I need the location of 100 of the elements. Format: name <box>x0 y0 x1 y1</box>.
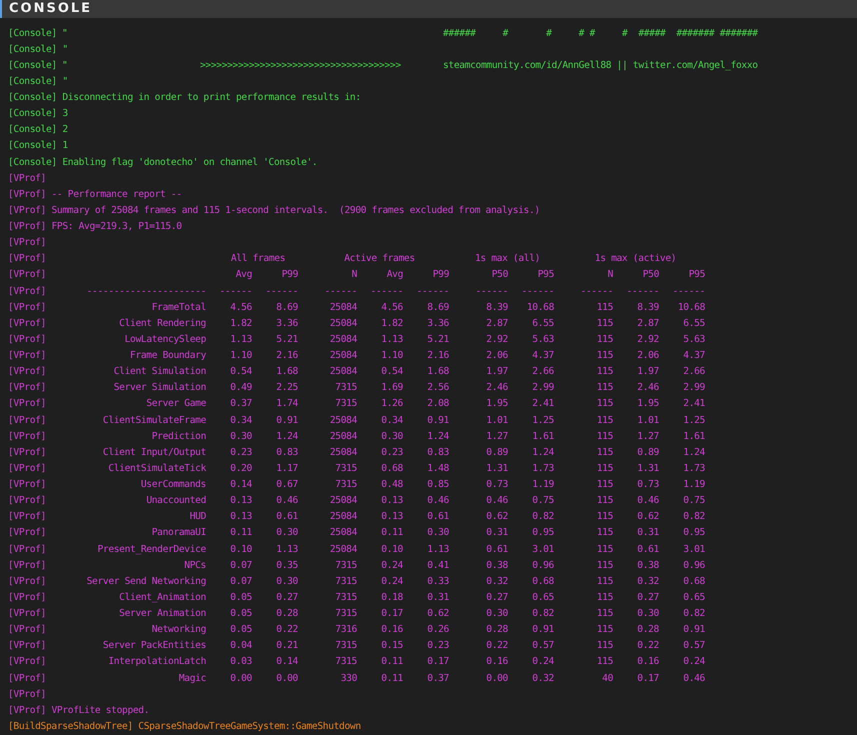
log-tag: [VProf] <box>8 509 60 526</box>
log-text: Summary of 25084 frames and 115 1-second intervals. (2900 frames excluded from analysis.) <box>51 204 540 218</box>
table-cell: 0.61 <box>276 511 298 522</box>
column-header: P95 <box>688 269 705 280</box>
log-tag: [VProf] <box>8 251 60 268</box>
row-label: Server PackEntities <box>102 640 206 652</box>
table-cell: 1.24 <box>276 430 298 442</box>
table-cell: 1.10 <box>230 350 252 361</box>
table-cell: 0.73 <box>486 479 508 490</box>
row-label: Server Animation <box>119 608 206 619</box>
table-cell: 25084 <box>330 350 357 361</box>
table-cell: 0.46 <box>683 672 705 684</box>
table-cell: 0.46 <box>637 495 659 506</box>
dash-rule: ------ <box>475 286 508 296</box>
table-cell: 0.54 <box>381 366 403 378</box>
log-tag: [BuildSparseShadowTree] <box>8 718 133 735</box>
log-tag: [Console] <box>8 42 57 58</box>
table-cell: 115 <box>596 511 613 522</box>
table-cell: 0.27 <box>486 592 508 603</box>
table-cell: 0.61 <box>427 511 449 522</box>
log-tag: [VProf] <box>8 316 60 332</box>
table-cell: 0.26 <box>427 624 449 636</box>
table-cell: 2.87 <box>637 318 659 329</box>
row-label: Present_RenderDevice <box>97 544 206 554</box>
table-cell: 5.21 <box>276 334 298 345</box>
table-cell: 0.32 <box>532 672 554 684</box>
dash-rule: ------ <box>219 286 252 296</box>
log-tag: [Console] <box>8 122 57 138</box>
log-tag: [VProf] <box>8 590 60 606</box>
table-cell: 1.95 <box>486 398 508 410</box>
table-cell: 1.31 <box>486 462 508 474</box>
dash-rule: ------ <box>265 286 298 296</box>
table-cell: 0.13 <box>381 495 403 506</box>
table-cell: 25084 <box>330 430 357 442</box>
table-cell: 0.57 <box>683 640 705 652</box>
log-tag: [VProf] <box>8 396 60 412</box>
row-label: Server Simulation <box>114 382 206 394</box>
log-text: 3 <box>62 107 68 122</box>
table-cell: 10.68 <box>678 302 705 313</box>
table-cell: 0.61 <box>486 544 508 554</box>
log-text: " <box>62 42 68 57</box>
table-cell: 0.82 <box>532 608 554 619</box>
table-cell: 1.82 <box>381 318 403 329</box>
table-cell: 1.25 <box>683 414 705 426</box>
row-label: ClientSimulateFrame <box>102 414 206 426</box>
log-tag: [VProf] <box>8 542 60 558</box>
table-cell: 2.46 <box>637 382 659 394</box>
table-cell: 2.99 <box>683 382 705 394</box>
log-tag: [VProf] <box>8 654 60 670</box>
dash-rule: ------ <box>324 286 357 296</box>
table-cell: 115 <box>596 398 613 410</box>
table-cell: 0.23 <box>230 446 252 458</box>
table-cell: 0.68 <box>532 576 554 587</box>
table-cell: 4.37 <box>532 350 554 361</box>
row-label: Client Rendering <box>119 318 206 329</box>
table-cell: 25084 <box>330 318 357 329</box>
table-cell: 0.18 <box>381 592 403 603</box>
table-cell: 0.82 <box>683 608 705 619</box>
row-label: NPCs <box>184 560 206 571</box>
table-cell: 0.31 <box>637 527 659 538</box>
table-cell: 115 <box>596 608 613 619</box>
table-cell: 1.69 <box>381 382 403 394</box>
log-tag: [Console] <box>8 74 57 90</box>
log-tag: [VProf] <box>8 477 60 494</box>
table-cell: 0.30 <box>486 608 508 619</box>
table-cell: 5.63 <box>532 334 554 345</box>
table-cell: 0.24 <box>381 560 403 571</box>
table-cell: 0.05 <box>230 592 252 603</box>
table-cell: 0.14 <box>276 656 298 668</box>
table-cell: 1.61 <box>532 430 554 442</box>
table-cell: 4.37 <box>683 350 705 361</box>
table-cell: 2.56 <box>427 382 449 394</box>
row-label: ClientSimulateTick <box>108 462 206 474</box>
table-cell: 7315 <box>335 640 357 652</box>
table-cell: 0.11 <box>381 527 403 538</box>
table-cell: 115 <box>596 430 613 442</box>
table-cell: 0.49 <box>230 382 252 394</box>
table-cell: 115 <box>596 334 613 345</box>
table-cell: 115 <box>596 527 613 538</box>
log-text: " <box>62 28 68 38</box>
table-cell: 0.22 <box>276 624 298 636</box>
table-cell: 0.17 <box>637 672 659 684</box>
table-cell: 115 <box>596 350 613 361</box>
table-cell: 6.55 <box>683 318 705 329</box>
table-cell: 5.63 <box>683 334 705 345</box>
table-cell: 0.17 <box>381 608 403 619</box>
row-label: Client Input/Output <box>102 446 206 458</box>
table-cell: 7315 <box>335 398 357 410</box>
console-title: CONSOLE <box>9 1 92 16</box>
table-cell: 1.68 <box>276 366 298 378</box>
table-cell: 115 <box>596 656 613 668</box>
table-cell: 1.19 <box>532 479 554 490</box>
table-cell: 0.46 <box>276 495 298 506</box>
table-cell: 2.08 <box>427 398 449 410</box>
table-cell: 25084 <box>330 544 357 554</box>
table-cell: 1.26 <box>381 398 403 410</box>
table-cell: 1.01 <box>637 414 659 426</box>
table-cell: 25084 <box>330 527 357 538</box>
table-cell: 0.95 <box>532 527 554 538</box>
table-cell: 0.91 <box>532 624 554 636</box>
